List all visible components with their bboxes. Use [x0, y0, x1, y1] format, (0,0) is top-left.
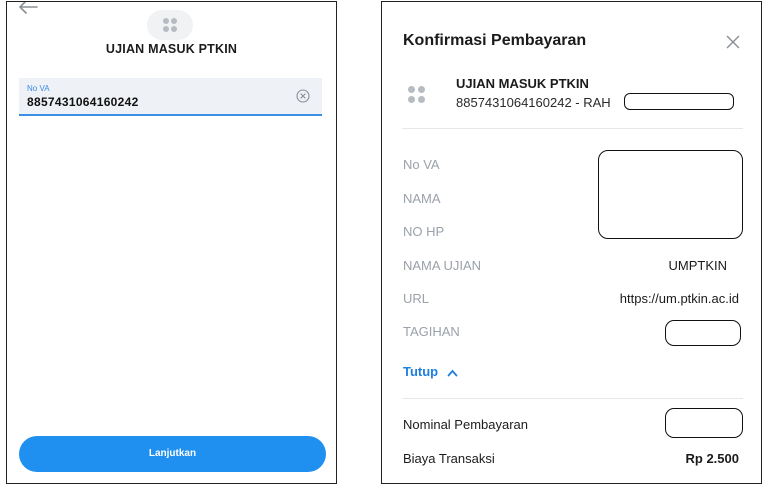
- modal-title: Konfirmasi Pembayaran: [403, 32, 587, 49]
- close-icon[interactable]: [725, 34, 741, 50]
- continue-button[interactable]: Lanjutkan: [19, 436, 326, 472]
- arrow-left-icon[interactable]: [17, 1, 39, 15]
- divider: [402, 398, 743, 399]
- grid-dots-icon: [147, 10, 193, 40]
- redaction-box: [665, 320, 741, 346]
- summary-value-biaya: Rp 2.500: [685, 451, 739, 466]
- payment-confirmation-sheet: Konfirmasi Pembayaran UJIAN MASUK PTKIN …: [381, 1, 762, 484]
- detail-label-no-hp: NO HP: [403, 224, 445, 239]
- va-number-field[interactable]: No VA 8857431064160242: [19, 78, 322, 116]
- va-input-screen: UJIAN MASUK PTKIN No VA 8857431064160242…: [6, 1, 337, 484]
- grid-dots-icon: [406, 84, 428, 106]
- service-title: UJIAN MASUK PTKIN: [105, 42, 238, 56]
- toggle-label: Tutup: [403, 364, 439, 379]
- chevron-up-icon: [447, 369, 458, 376]
- collapse-details-toggle[interactable]: Tutup: [403, 364, 458, 379]
- redaction-box: [598, 150, 743, 239]
- detail-value-nama-ujian: UMPTKIN: [668, 258, 728, 273]
- va-field-value[interactable]: 8857431064160242: [27, 95, 139, 109]
- va-field-label: No VA: [27, 84, 50, 93]
- detail-label-tagihan: TAGIHAN: [403, 324, 460, 339]
- clear-circle-icon[interactable]: [296, 89, 310, 103]
- detail-label-url: URL: [403, 291, 430, 306]
- service-subtitle: 8857431064160242 - RAH: [456, 95, 611, 110]
- detail-label-nama-ujian: NAMA UJIAN: [403, 258, 482, 273]
- summary-label-biaya: Biaya Transaksi: [403, 451, 495, 466]
- detail-label-no-va: No VA: [403, 157, 440, 172]
- divider: [402, 128, 743, 129]
- detail-label-nama: NAMA: [403, 191, 441, 206]
- redaction-box: [665, 408, 743, 438]
- redaction-box: [624, 93, 734, 110]
- service-name: UJIAN MASUK PTKIN: [456, 76, 589, 91]
- summary-label-nominal: Nominal Pembayaran: [403, 417, 529, 432]
- detail-value-url[interactable]: https://um.ptkin.ac.id: [620, 291, 739, 306]
